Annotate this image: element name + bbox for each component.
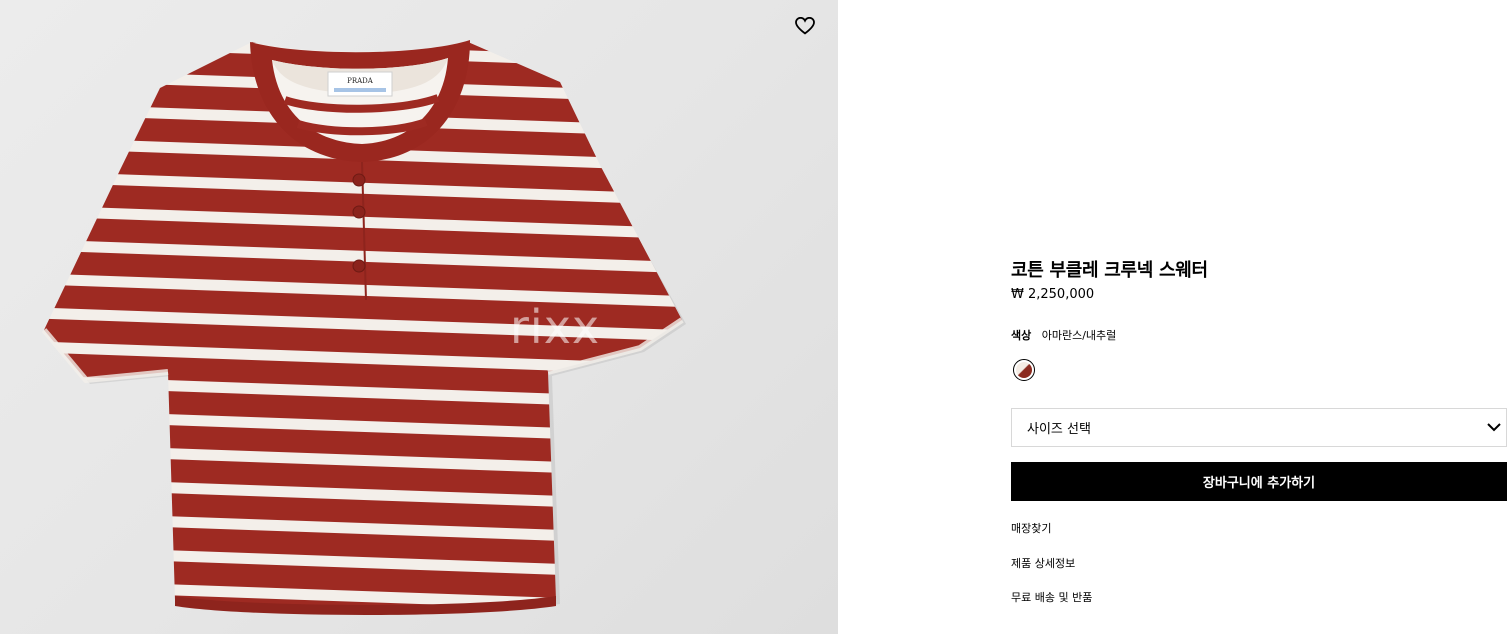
product-price: ₩ 2,250,000: [1011, 287, 1095, 302]
chevron-down-icon: [1482, 416, 1506, 440]
product-details-link[interactable]: 제품 상세정보: [1011, 555, 1075, 571]
color-swatch-fill: [1016, 362, 1032, 378]
brand-label-text: PRADA: [347, 77, 374, 85]
wishlist-button[interactable]: [793, 14, 817, 38]
size-select[interactable]: 사이즈 선택: [1011, 408, 1507, 447]
heart-outline-icon: [795, 17, 815, 35]
watermark-text: rixx: [510, 300, 601, 354]
product-image-gallery: PRADA rixx: [0, 0, 838, 634]
color-value: 아마란스/내추럴: [1041, 329, 1117, 342]
color-label: 색상: [1011, 329, 1032, 342]
store-locator-link[interactable]: 매장찾기: [1011, 520, 1051, 536]
add-to-cart-button[interactable]: 장바구니에 추가하기: [1011, 462, 1507, 501]
color-row: 색상 아마란스/내추럴: [1011, 327, 1116, 343]
size-select-label: 사이즈 선택: [1027, 422, 1091, 437]
product-title: 코튼 부클레 크루넥 스웨터: [1011, 260, 1208, 281]
product-details-panel: 코튼 부클레 크루넥 스웨터 ₩ 2,250,000 색상 아마란스/내추럴 사…: [1011, 0, 1507, 634]
color-swatch[interactable]: [1013, 359, 1035, 381]
product-image: PRADA: [41, 40, 686, 615]
shipping-returns-link[interactable]: 무료 배송 및 반품: [1011, 589, 1092, 605]
